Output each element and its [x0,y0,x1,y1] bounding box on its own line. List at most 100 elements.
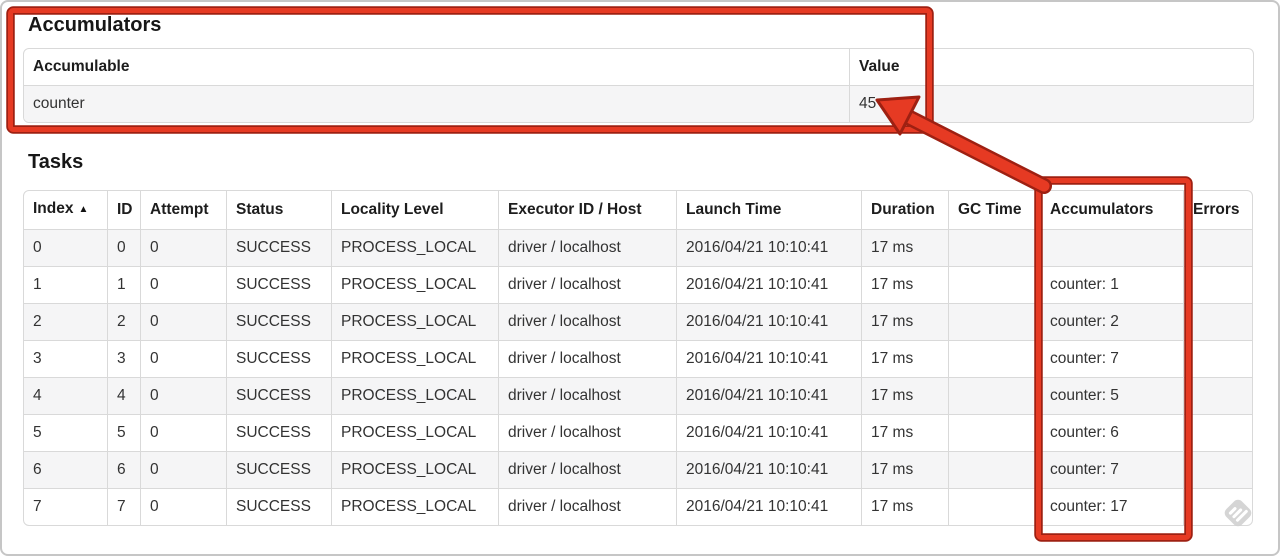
cell-attempt: 0 [140,229,226,266]
tasks-header-row: Index ▲ ID Attempt Status Locality Level … [24,191,1252,229]
col-accumulable[interactable]: Accumulable [24,49,849,85]
cell-id: 7 [107,488,140,525]
cell-executor-host: driver / localhost [498,488,676,525]
tasks-table: Index ▲ ID Attempt Status Locality Level … [23,190,1253,526]
cell-duration: 17 ms [861,303,948,340]
cell-accumulable-value: 45 [849,85,1253,122]
task-row: 4 4 0 SUCCESS PROCESS_LOCAL driver / loc… [24,377,1252,414]
cell-index: 4 [24,377,107,414]
task-row: 0 0 0 SUCCESS PROCESS_LOCAL driver / loc… [24,229,1252,266]
cell-locality-level: PROCESS_LOCAL [331,266,498,303]
col-status[interactable]: Status [226,191,331,229]
cell-attempt: 0 [140,451,226,488]
accumulators-table: Accumulable Value counter 45 [23,48,1254,123]
cell-duration: 17 ms [861,266,948,303]
cell-index: 0 [24,229,107,266]
col-launch-time[interactable]: Launch Time [676,191,861,229]
cell-errors [1183,488,1252,525]
col-executor-host[interactable]: Executor ID / Host [498,191,676,229]
task-row: 3 3 0 SUCCESS PROCESS_LOCAL driver / loc… [24,340,1252,377]
cell-status: SUCCESS [226,229,331,266]
cell-status: SUCCESS [226,488,331,525]
cell-id: 5 [107,414,140,451]
cell-id: 3 [107,340,140,377]
cell-accumulators: counter: 6 [1040,414,1183,451]
cell-locality-level: PROCESS_LOCAL [331,377,498,414]
cell-id: 2 [107,303,140,340]
cell-launch-time: 2016/04/21 10:10:41 [676,414,861,451]
cell-errors [1183,340,1252,377]
task-row: 7 7 0 SUCCESS PROCESS_LOCAL driver / loc… [24,488,1252,525]
col-locality-level[interactable]: Locality Level [331,191,498,229]
cell-executor-host: driver / localhost [498,266,676,303]
cell-errors [1183,303,1252,340]
col-errors[interactable]: Errors [1183,191,1252,229]
cell-attempt: 0 [140,303,226,340]
cell-executor-host: driver / localhost [498,303,676,340]
cell-accumulators: counter: 7 [1040,451,1183,488]
cell-index: 6 [24,451,107,488]
cell-executor-host: driver / localhost [498,451,676,488]
cell-errors [1183,414,1252,451]
cell-index: 5 [24,414,107,451]
cell-id: 6 [107,451,140,488]
cell-gc-time [948,303,1040,340]
cell-errors [1183,451,1252,488]
cell-locality-level: PROCESS_LOCAL [331,414,498,451]
accumulator-row: counter 45 [24,85,1253,122]
task-row: 1 1 0 SUCCESS PROCESS_LOCAL driver / loc… [24,266,1252,303]
cell-attempt: 0 [140,414,226,451]
cell-errors [1183,266,1252,303]
cell-launch-time: 2016/04/21 10:10:41 [676,340,861,377]
col-attempt[interactable]: Attempt [140,191,226,229]
cell-duration: 17 ms [861,488,948,525]
cell-executor-host: driver / localhost [498,229,676,266]
cell-gc-time [948,414,1040,451]
cell-duration: 17 ms [861,414,948,451]
cell-locality-level: PROCESS_LOCAL [331,451,498,488]
cell-gc-time [948,488,1040,525]
cell-duration: 17 ms [861,451,948,488]
col-gc-time[interactable]: GC Time [948,191,1040,229]
cell-locality-level: PROCESS_LOCAL [331,303,498,340]
col-index[interactable]: Index ▲ [24,191,107,229]
cell-launch-time: 2016/04/21 10:10:41 [676,266,861,303]
accumulators-header-row: Accumulable Value [24,49,1253,85]
cell-gc-time [948,451,1040,488]
cell-duration: 17 ms [861,340,948,377]
cell-status: SUCCESS [226,266,331,303]
tasks-heading: Tasks [28,151,84,173]
cell-status: SUCCESS [226,377,331,414]
cell-status: SUCCESS [226,451,331,488]
cell-accumulators: counter: 1 [1040,266,1183,303]
cell-id: 1 [107,266,140,303]
task-row: 6 6 0 SUCCESS PROCESS_LOCAL driver / loc… [24,451,1252,488]
cell-executor-host: driver / localhost [498,414,676,451]
col-accumulators[interactable]: Accumulators [1040,191,1183,229]
cell-attempt: 0 [140,266,226,303]
col-index-label: Index [33,200,74,217]
cell-accumulators: counter: 2 [1040,303,1183,340]
cell-status: SUCCESS [226,303,331,340]
col-id[interactable]: ID [107,191,140,229]
cell-duration: 17 ms [861,377,948,414]
cell-launch-time: 2016/04/21 10:10:41 [676,303,861,340]
cell-errors [1183,377,1252,414]
cell-accumulators: counter: 7 [1040,340,1183,377]
cell-index: 3 [24,340,107,377]
cell-accumulable-name: counter [24,85,849,122]
cell-gc-time [948,266,1040,303]
cell-locality-level: PROCESS_LOCAL [331,229,498,266]
cell-index: 2 [24,303,107,340]
cell-duration: 17 ms [861,229,948,266]
cell-index: 1 [24,266,107,303]
cell-locality-level: PROCESS_LOCAL [331,488,498,525]
cell-launch-time: 2016/04/21 10:10:41 [676,451,861,488]
cell-errors [1183,229,1252,266]
cell-status: SUCCESS [226,414,331,451]
cell-launch-time: 2016/04/21 10:10:41 [676,229,861,266]
cell-executor-host: driver / localhost [498,377,676,414]
col-duration[interactable]: Duration [861,191,948,229]
col-value[interactable]: Value [849,49,1253,85]
cell-launch-time: 2016/04/21 10:10:41 [676,488,861,525]
